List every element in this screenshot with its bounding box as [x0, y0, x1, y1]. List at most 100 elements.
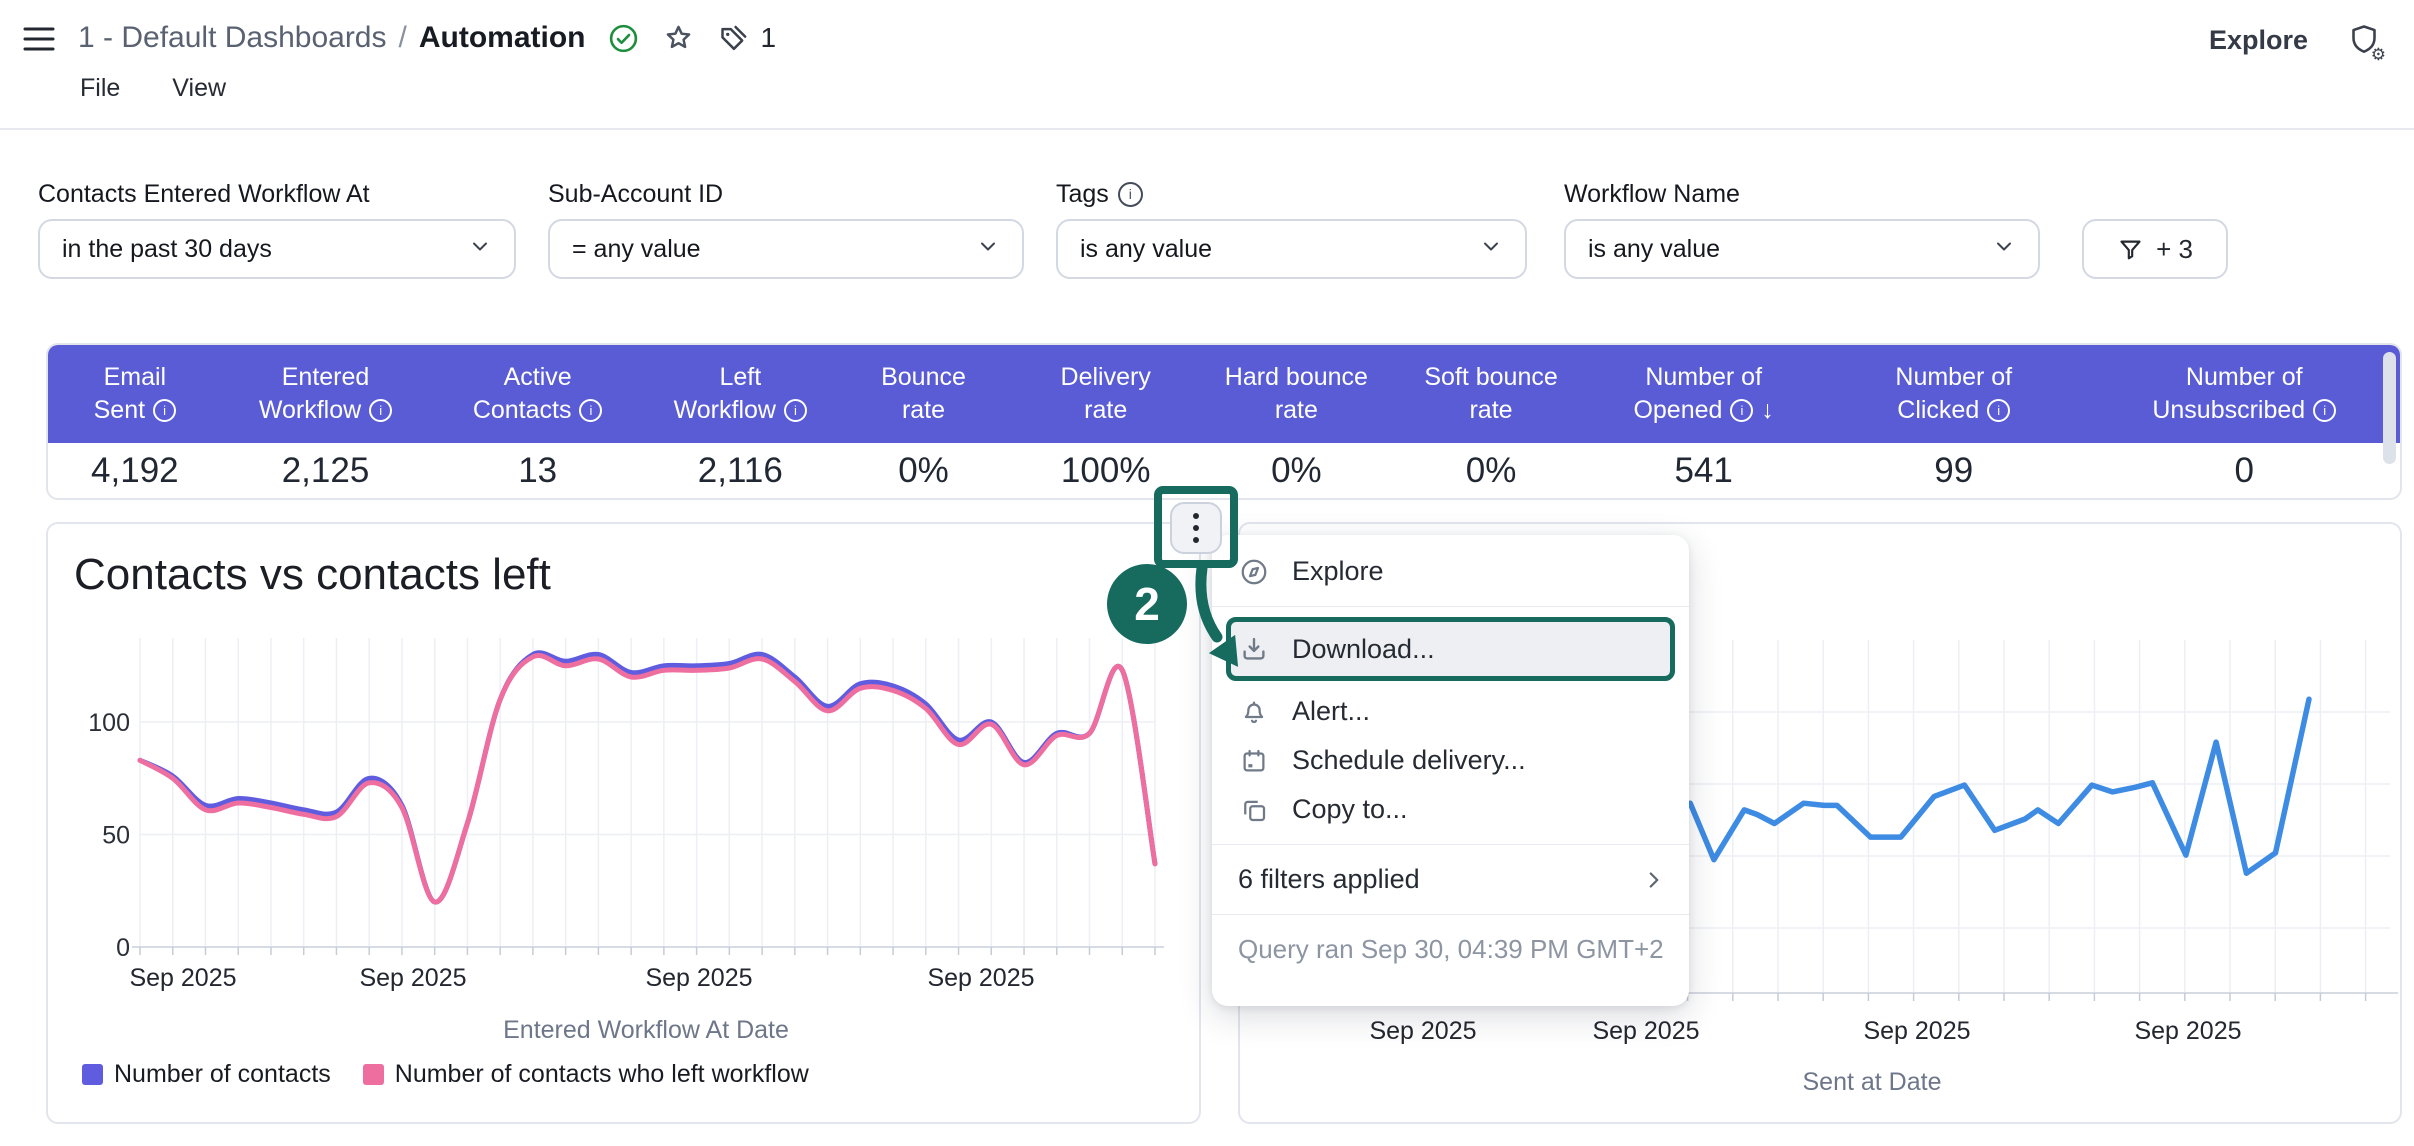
filter-label: Workflow Name	[1564, 177, 2040, 211]
table-scrollbar-thumb[interactable]	[2383, 352, 2396, 464]
menu-item-6-filters-applied[interactable]: 6 filters applied	[1212, 855, 1689, 904]
more-filters-button[interactable]: + 3	[2082, 219, 2228, 279]
column-header[interactable]: EmailSenti	[48, 345, 222, 443]
filter-value: is any value	[1588, 235, 1720, 264]
filter-value: is any value	[1080, 235, 1212, 264]
kpi-value: 13	[429, 451, 646, 491]
column-header[interactable]: Number ofUnsubscribedi	[2089, 345, 2400, 443]
bell-icon	[1238, 696, 1270, 728]
svg-text:Sep 2025: Sep 2025	[2134, 1017, 2241, 1045]
info-icon[interactable]: i	[2313, 399, 2336, 422]
menu-divider	[1212, 844, 1689, 845]
info-icon[interactable]: i	[579, 399, 602, 422]
file-menu[interactable]: File	[80, 74, 120, 103]
kpi-value: 0%	[835, 451, 1013, 491]
column-header[interactable]: Soft bouncerate	[1394, 345, 1589, 443]
filter-dropdown[interactable]: = any value	[548, 219, 1024, 279]
tile-context-menu: Explore Download... Alert... Schedule deliv…	[1212, 535, 1689, 1006]
breadcrumb: 1 - Default Dashboards / Automation 1	[78, 14, 776, 62]
svg-text:Sep 2025: Sep 2025	[645, 964, 752, 992]
tags-icon[interactable]	[717, 22, 750, 55]
menu-item-label: 6 filters applied	[1238, 864, 1420, 895]
menu-bar: File View	[80, 74, 226, 103]
filter-value: = any value	[572, 235, 701, 264]
column-header[interactable]: Hard bouncerate	[1199, 345, 1394, 443]
menu-item-label: Explore	[1292, 556, 1384, 587]
column-header[interactable]: EnteredWorkflowi	[222, 345, 430, 443]
legend-swatch	[363, 1064, 384, 1085]
filter-dropdown[interactable]: is any value	[1056, 219, 1527, 279]
svg-text:Sep 2025: Sep 2025	[1369, 1017, 1476, 1045]
chevron-down-icon	[1992, 234, 2016, 265]
legend-label: Number of contacts who left workflow	[395, 1060, 809, 1089]
kpi-value: 99	[1819, 451, 2089, 491]
more-filters-label: + 3	[2156, 234, 2193, 265]
menu-item-label: Query ran Sep 30, 04:39 PM GMT+2	[1238, 934, 1664, 965]
svg-text:100: 100	[88, 709, 130, 737]
menu-item-alert[interactable]: Alert...	[1212, 687, 1689, 736]
breadcrumb-separator: /	[399, 21, 407, 55]
gear-icon: ⚙	[2371, 46, 2386, 63]
validated-check-icon[interactable]	[607, 22, 640, 55]
info-icon[interactable]: i	[1987, 399, 2010, 422]
svg-text:0: 0	[116, 934, 130, 962]
kpi-table-values-row: 4,1922,125132,1160%100%0%0%541990	[48, 443, 2400, 498]
menu-divider	[1212, 606, 1689, 607]
filter-sub-account-id: Sub-Account ID = any value	[548, 177, 1024, 279]
filter-dropdown[interactable]: is any value	[1564, 219, 2040, 279]
svg-text:Sep 2025: Sep 2025	[1592, 1017, 1699, 1045]
kpi-value: 0%	[1394, 451, 1589, 491]
column-header[interactable]: Deliveryrate	[1012, 345, 1199, 443]
svg-text:50: 50	[102, 822, 130, 850]
svg-text:Sep 2025: Sep 2025	[129, 964, 236, 992]
column-header[interactable]: Bouncerate	[835, 345, 1013, 443]
menu-item-label: Alert...	[1292, 696, 1370, 727]
favorite-star-icon[interactable]	[662, 22, 695, 55]
column-header[interactable]: ActiveContactsi	[429, 345, 646, 443]
kpi-value: 2,125	[222, 451, 430, 491]
menu-item-label: Schedule delivery...	[1292, 745, 1526, 776]
tag-count: 1	[760, 22, 776, 54]
kpi-summary-table: EmailSentiEnteredWorkflowiActiveContacts…	[46, 343, 2402, 500]
chevron-right-icon	[1641, 867, 1667, 893]
chevron-down-icon	[1479, 234, 1503, 265]
menu-item-copy-to[interactable]: Copy to...	[1212, 785, 1689, 834]
menu-item-schedule-delivery[interactable]: Schedule delivery...	[1212, 736, 1689, 785]
compass-icon	[1238, 556, 1270, 588]
legend-item[interactable]: Number of contacts who left workflow	[363, 1060, 809, 1089]
column-header[interactable]: Number ofClickedi	[1819, 345, 2089, 443]
chevron-down-icon	[976, 234, 1000, 265]
chart-legend: Number of contacts Number of contacts who…	[82, 1060, 809, 1089]
menu-item-explore[interactable]: Explore	[1212, 547, 1689, 596]
breadcrumb-root-link[interactable]: 1 - Default Dashboards	[78, 21, 387, 55]
tile-kebab-menu-button[interactable]	[1170, 502, 1222, 554]
kpi-table-header: EmailSentiEnteredWorkflowiActiveContacts…	[48, 345, 2400, 443]
menu-item-label: Download...	[1292, 634, 1435, 665]
info-icon[interactable]: i	[153, 399, 176, 422]
filter-contacts-entered-workflow-at: Contacts Entered Workflow Atin the past …	[38, 177, 516, 279]
menu-item-download[interactable]: Download...	[1226, 617, 1675, 681]
hamburger-menu-icon[interactable]	[22, 24, 56, 54]
column-header[interactable]: LeftWorkflowi	[646, 345, 835, 443]
view-menu[interactable]: View	[172, 74, 226, 103]
filter-dropdown[interactable]: in the past 30 days	[38, 219, 516, 279]
info-icon[interactable]: i	[1730, 399, 1753, 422]
admin-shield-gear-icon[interactable]: ⚙	[2346, 22, 2382, 58]
info-icon[interactable]: i	[369, 399, 392, 422]
kpi-value: 0%	[1199, 451, 1394, 491]
info-icon[interactable]: i	[1118, 182, 1143, 207]
menu-divider	[1212, 914, 1689, 915]
svg-text:Sep 2025: Sep 2025	[1863, 1017, 1970, 1045]
filter-value: in the past 30 days	[62, 235, 272, 264]
column-header[interactable]: Number ofOpenedi↓	[1588, 345, 1819, 443]
chevron-down-icon	[468, 234, 492, 265]
download-icon	[1238, 633, 1270, 665]
legend-item[interactable]: Number of contacts	[82, 1060, 331, 1089]
svg-text:Entered Workflow At Date: Entered Workflow At Date	[503, 1016, 789, 1044]
filter-tags: Tagsiis any value	[1056, 177, 1527, 279]
explore-nav-link[interactable]: Explore	[2209, 25, 2308, 56]
filter-label: Sub-Account ID	[548, 177, 1024, 211]
info-icon[interactable]: i	[784, 399, 807, 422]
menu-item-label: Copy to...	[1292, 794, 1408, 825]
svg-text:Sep 2025: Sep 2025	[927, 964, 1034, 992]
